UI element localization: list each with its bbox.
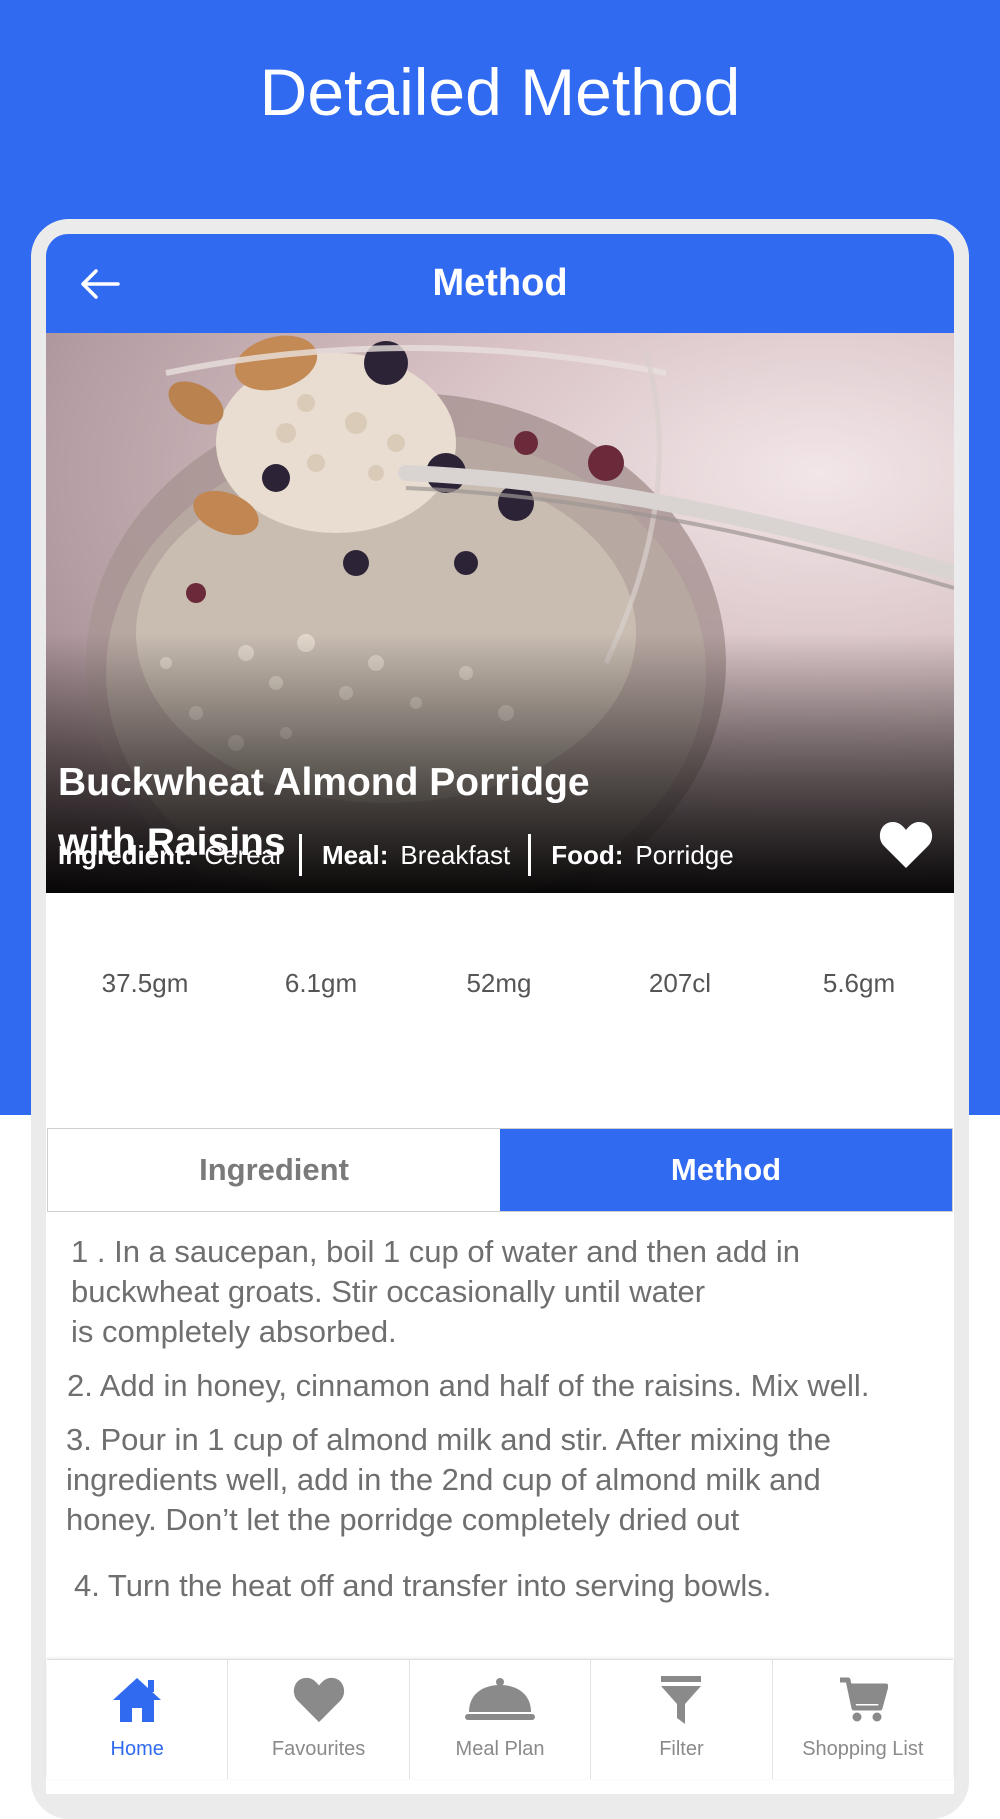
meta-meal-value: Breakfast xyxy=(400,839,511,870)
nutrient-value: 5.6gm xyxy=(798,922,920,1044)
meta-food-value: Porridge xyxy=(635,839,734,870)
nutrient-sodium: 52mg Sodium xyxy=(424,922,574,1086)
meta-divider xyxy=(298,834,302,876)
nutrient-value: 37.5gm xyxy=(84,922,206,1044)
meta-meal-key: Meal: xyxy=(321,839,389,870)
meta-ingredient-value: Cereal xyxy=(204,839,281,870)
nutrient-fat: 5.6gm Fat xyxy=(784,922,934,1086)
meta-food-key: Food: xyxy=(551,839,624,870)
step-line: is completely absorbed. xyxy=(71,1314,397,1349)
filter-icon xyxy=(661,1676,702,1724)
method-step-2: 2. Add in honey, cinnamon and half of th… xyxy=(67,1366,947,1406)
nav-meal-plan[interactable]: Meal Plan xyxy=(410,1660,592,1779)
step-line: 2. Add in honey, cinnamon and half of th… xyxy=(67,1368,870,1403)
step-line: honey. Don’t let the porridge completely… xyxy=(66,1502,740,1537)
nutrient-energy: 207cl Energy xyxy=(605,922,755,1086)
nav-home[interactable]: Home xyxy=(47,1660,229,1779)
recipe-meta-row: Ingredient: Cereal Meal: Breakfast Food:… xyxy=(58,834,752,876)
nutrient-label: Sodium xyxy=(458,1060,540,1085)
nutrient-label: Protein xyxy=(283,1060,359,1085)
nutrient-label: Energy xyxy=(642,1060,718,1085)
nav-favourites[interactable]: Favourites xyxy=(228,1660,410,1779)
heart-icon xyxy=(879,822,933,868)
step-line: 1 . In a saucepan, boil 1 cup of water a… xyxy=(71,1234,801,1269)
tab-method[interactable]: Method xyxy=(500,1129,952,1211)
nav-favourites-label: Favourites xyxy=(271,1738,366,1760)
app-title: Method xyxy=(432,262,568,304)
nutrient-value: 207cl xyxy=(619,922,741,1044)
heart-icon xyxy=(293,1677,344,1723)
nav-shopping-list[interactable]: Shopping List xyxy=(773,1660,953,1779)
bottom-navigation: Home Favourites Meal Plan Filter Shoppin… xyxy=(47,1659,953,1779)
nav-filter[interactable]: Filter xyxy=(591,1660,773,1779)
step-line: buckwheat groats. Stir occasionally unti… xyxy=(71,1274,706,1309)
favourite-button[interactable] xyxy=(878,818,934,870)
recipe-tabs: Ingredient Method xyxy=(47,1128,953,1212)
step-line: 4. Turn the heat off and transfer into s… xyxy=(74,1568,772,1603)
nutrient-value: 52mg xyxy=(438,922,560,1044)
page-title: Detailed Method xyxy=(259,55,741,129)
nutrient-label: Fat xyxy=(842,1060,876,1085)
tab-ingredient[interactable]: Ingredient xyxy=(48,1129,500,1211)
step-line: 3. Pour in 1 cup of almond milk and stir… xyxy=(66,1422,832,1457)
nav-filter-label: Filter xyxy=(659,1738,704,1760)
app-header: Method xyxy=(46,234,954,333)
step-line: ingredients well, add in the 2nd cup of … xyxy=(66,1462,821,1497)
cart-icon xyxy=(839,1677,888,1722)
method-step-1: 1 . In a saucepan, boil 1 cup of water a… xyxy=(71,1232,951,1352)
method-step-4: 4. Turn the heat off and transfer into s… xyxy=(74,1566,954,1606)
nutrient-protein: 6.1gm Protein xyxy=(246,922,396,1086)
recipe-hero-image: Buckwheat Almond Porridge with Raisins I… xyxy=(46,333,954,893)
nutrient-value: 6.1gm xyxy=(260,922,382,1044)
nav-home-label: Home xyxy=(110,1738,164,1760)
nav-shopping-list-label: Shopping List xyxy=(802,1738,924,1760)
nutrient-label: Carbohydrate xyxy=(73,1060,217,1085)
meta-divider xyxy=(528,834,532,876)
nav-meal-plan-label: Meal Plan xyxy=(455,1738,545,1760)
recipe-title-line-1: Buckwheat Almond Porridge xyxy=(58,761,590,804)
meta-ingredient-key: Ingredient: xyxy=(58,839,193,870)
cloche-icon xyxy=(465,1678,536,1720)
nutrient-carbohydrate: 37.5gm Carbohydrate xyxy=(70,922,220,1086)
nutrient-summary: 37.5gm Carbohydrate 6.1gm Protein 52mg S… xyxy=(0,896,1000,1106)
home-icon xyxy=(113,1678,162,1722)
method-step-3: 3. Pour in 1 cup of almond milk and stir… xyxy=(66,1420,946,1540)
